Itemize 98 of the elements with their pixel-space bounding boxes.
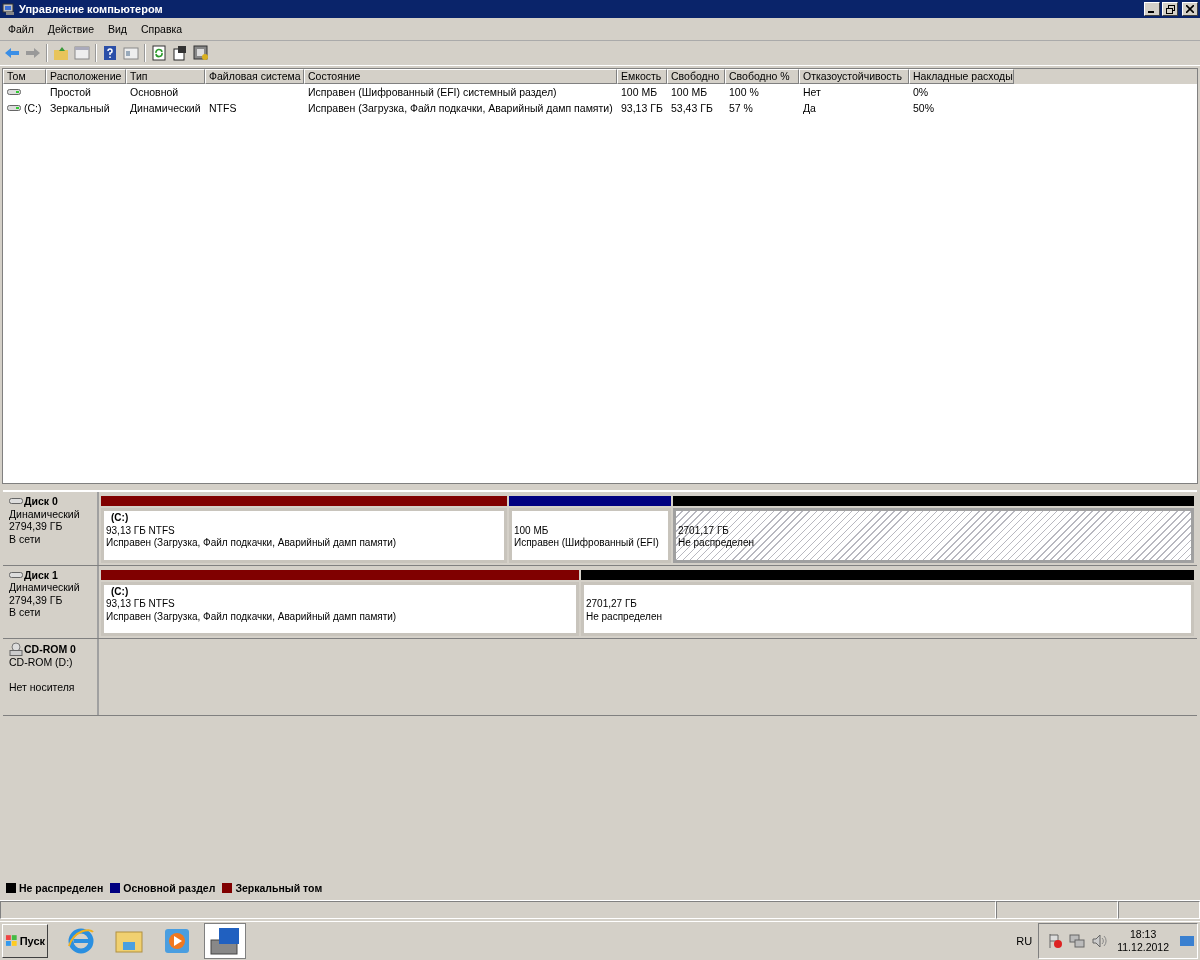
- disk-info-panel[interactable]: Диск 0 Динамический 2794,39 ГБ В сети: [3, 492, 99, 565]
- partition-detail: 2701,17 ГБ: [678, 524, 730, 537]
- table-cell-text: Простой: [49, 86, 92, 98]
- disk-status: Нет носителя: [9, 681, 76, 694]
- table-cell-text: 50%: [912, 102, 935, 114]
- menu-item[interactable]: Вид: [100, 23, 133, 35]
- back-arrow-icon[interactable]: [4, 45, 20, 61]
- drive-icon: [7, 104, 21, 112]
- computer-management-icon: [209, 926, 241, 956]
- drive-icon: [9, 497, 23, 506]
- folder-up-icon[interactable]: [53, 45, 69, 61]
- column-header[interactable]: Свободно %: [725, 69, 799, 84]
- column-header[interactable]: Состояние: [304, 69, 617, 84]
- partition-detail: Исправен (Загрузка, Файл подкачки, Аварийный дамп памяти): [106, 537, 398, 550]
- column-header[interactable]: Том: [3, 69, 46, 84]
- disk-type: Динамический: [9, 507, 81, 520]
- column-header[interactable]: Файловая система: [205, 69, 304, 84]
- table-cell-text: NTFS: [208, 102, 238, 114]
- restore-icon: [1165, 4, 1175, 14]
- volume-label: (C:): [110, 585, 130, 598]
- speaker-icon[interactable]: [1091, 933, 1108, 949]
- column-header[interactable]: Емкость: [617, 69, 667, 84]
- disk-size: 2794,39 ГБ: [9, 520, 64, 533]
- table-cell-text: 53,43 ГБ: [670, 102, 714, 114]
- drive-icon: [9, 570, 23, 579]
- menu-item[interactable]: Файл: [0, 23, 40, 35]
- volume-label: (C:): [110, 512, 130, 525]
- taskbar-app-button[interactable]: [204, 923, 246, 959]
- table-cell-text: Основной: [129, 86, 180, 98]
- media-player-icon[interactable]: [162, 926, 192, 956]
- disk-status: В сети: [9, 532, 42, 545]
- close-button[interactable]: [1182, 2, 1198, 16]
- disk-info-panel[interactable]: Диск 1 Динамический 2794,39 ГБ В сети: [3, 565, 99, 638]
- drive-icon: [7, 88, 21, 96]
- console-tree-icon[interactable]: [74, 45, 90, 61]
- partition-block[interactable]: 100 МБ Исправен (Шифрованный (EFI): [509, 508, 671, 563]
- restore-button[interactable]: [1162, 2, 1178, 16]
- partition-block[interactable]: 2701,17 ГБ Не распределен: [673, 508, 1194, 563]
- table-cell-text: Да: [802, 102, 817, 114]
- table-cell-text: Исправен (Загрузка, Файл подкачки, Аварийный дамп памяти): [307, 102, 614, 114]
- cd-drive-icon: [9, 642, 23, 656]
- partition-detail: Исправен (Шифрованный (EFI): [514, 537, 660, 550]
- refresh-icon[interactable]: [151, 45, 167, 61]
- partition-detail: Не распределен: [586, 610, 663, 623]
- menu-item[interactable]: Справка: [133, 23, 189, 35]
- column-header[interactable]: Накладные расходы: [909, 69, 1014, 84]
- panel-view-icon[interactable]: [123, 45, 139, 61]
- partition-detail: Не распределен: [678, 537, 755, 550]
- column-header[interactable]: Тип: [126, 69, 205, 84]
- disk-info-panel[interactable]: CD-ROM 0 CD-ROM (D:) Нет носителя: [3, 639, 99, 715]
- window-title: Управление компьютером: [19, 3, 163, 15]
- show-desktop-icon[interactable]: [1179, 934, 1195, 948]
- table-cell-text: 100 МБ: [670, 86, 709, 98]
- settings-icon[interactable]: [193, 45, 209, 61]
- help-icon[interactable]: [102, 45, 118, 61]
- column-header[interactable]: Отказоустойчивость: [799, 69, 909, 84]
- partition-block[interactable]: (C:) 93,13 ГБ NTFS Исправен (Загрузка, Файл подкачки, Аварийный дамп памяти): [101, 581, 579, 636]
- legend-label: Основной раздел: [123, 882, 216, 894]
- column-header[interactable]: Свободно: [667, 69, 725, 84]
- menu-item[interactable]: Действие: [39, 23, 100, 35]
- minimize-button[interactable]: [1144, 2, 1160, 16]
- table-cell: (C:): [24, 102, 42, 114]
- legend-label: Зеркальный том: [235, 882, 323, 894]
- disk-name: Диск 0: [24, 495, 58, 508]
- table-cell-text: 100 МБ: [620, 86, 659, 98]
- computer-management-icon: [2, 2, 16, 16]
- partition-detail: 93,13 ГБ NTFS: [106, 524, 176, 537]
- properties-icon[interactable]: [172, 45, 188, 61]
- windows-logo-icon: [5, 934, 19, 948]
- legend-label: Не распределен: [19, 882, 104, 894]
- table-cell-text: 100 %: [728, 86, 760, 98]
- disk-type: CD-ROM (D:): [9, 656, 74, 669]
- table-cell-text: Динамический: [129, 102, 202, 114]
- partition-detail: 93,13 ГБ NTFS: [106, 598, 176, 611]
- table-cell-text: 93,13 ГБ: [620, 102, 664, 114]
- flag-warning-icon[interactable]: [1047, 933, 1064, 949]
- table-cell-text: Нет: [802, 86, 822, 98]
- partition-block[interactable]: 2701,27 ГБ Не распределен: [581, 581, 1194, 636]
- start-button[interactable]: Пуск: [2, 924, 48, 958]
- column-header[interactable]: Расположение: [46, 69, 126, 84]
- table-cell-text: Зеркальный: [49, 102, 111, 114]
- disk-name: Диск 1: [24, 568, 58, 581]
- partition-detail: 2701,27 ГБ: [586, 598, 638, 611]
- close-icon: [1186, 5, 1194, 13]
- disk-status: В сети: [9, 606, 42, 619]
- forward-arrow-icon[interactable]: [25, 45, 41, 61]
- browser-icon[interactable]: [66, 926, 96, 956]
- table-cell-text: 57 %: [728, 102, 754, 114]
- disk-name: CD-ROM 0: [24, 642, 76, 656]
- disk-size: 2794,39 ГБ: [9, 593, 64, 606]
- language-indicator[interactable]: RU: [1016, 935, 1033, 947]
- network-icon[interactable]: [1069, 933, 1086, 949]
- partition-detail: 100 МБ: [514, 524, 550, 537]
- table-cell-text: 0%: [912, 86, 930, 98]
- partition-detail: Исправен (Загрузка, Файл подкачки, Аварийный дамп памяти): [106, 610, 398, 623]
- disk-type: Динамический: [9, 581, 81, 594]
- partition-block[interactable]: (C:) 93,13 ГБ NTFS Исправен (Загрузка, Файл подкачки, Аварийный дамп памяти): [101, 508, 507, 563]
- table-cell-text: Исправен (Шифрованный (EFI) системный раздел): [307, 86, 558, 98]
